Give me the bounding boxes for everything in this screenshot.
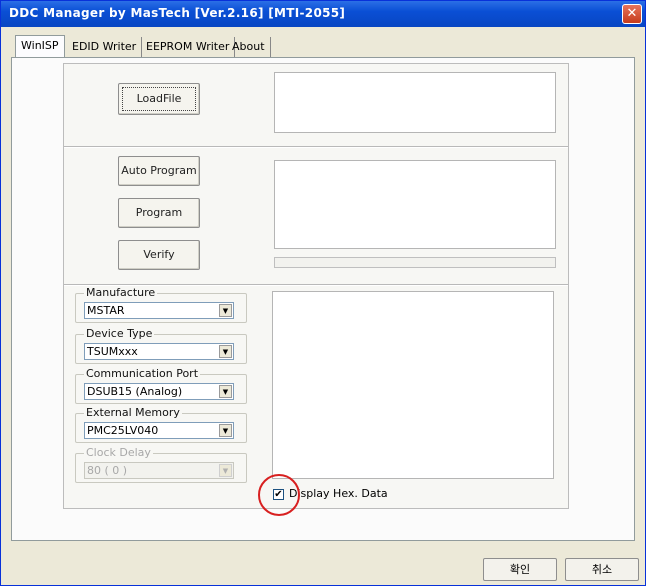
file-info-textbox[interactable] bbox=[274, 72, 556, 133]
auto-program-button[interactable]: Auto Program bbox=[118, 156, 200, 186]
app-window: DDC Manager by MasTech [Ver.2.16] [MTI-2… bbox=[0, 0, 646, 586]
display-hex-label[interactable]: Display Hex. Data bbox=[289, 487, 388, 500]
device-type-group: Device Type TSUMxxx ▼ bbox=[75, 327, 247, 364]
manufacture-select[interactable]: MSTAR ▼ bbox=[84, 302, 234, 319]
clock-delay-label: Clock Delay bbox=[84, 446, 153, 459]
program-button[interactable]: Program bbox=[118, 198, 200, 228]
chevron-down-icon[interactable]: ▼ bbox=[219, 424, 232, 437]
chevron-down-icon: ▼ bbox=[219, 464, 232, 477]
section-divider bbox=[64, 146, 568, 148]
manufacture-group: Manufacture MSTAR ▼ bbox=[75, 286, 247, 323]
device-type-label: Device Type bbox=[84, 327, 155, 340]
close-icon[interactable]: ✕ bbox=[622, 4, 642, 24]
window-title: DDC Manager by MasTech [Ver.2.16] [MTI-2… bbox=[9, 6, 346, 20]
verify-button[interactable]: Verify bbox=[118, 240, 200, 270]
manufacture-value: MSTAR bbox=[87, 304, 125, 317]
clock-delay-value: 80 ( 0 ) bbox=[87, 464, 128, 477]
progress-bar bbox=[274, 257, 556, 268]
cancel-button[interactable]: 취소 bbox=[565, 558, 639, 581]
annotation-circle bbox=[258, 474, 300, 516]
communication-port-value: DSUB15 (Analog) bbox=[87, 385, 183, 398]
device-type-select[interactable]: TSUMxxx ▼ bbox=[84, 343, 234, 360]
chevron-down-icon[interactable]: ▼ bbox=[219, 385, 232, 398]
chevron-down-icon[interactable]: ▼ bbox=[219, 304, 232, 317]
load-file-button[interactable]: LoadFile bbox=[118, 83, 200, 115]
clock-delay-group: Clock Delay 80 ( 0 ) ▼ bbox=[75, 446, 247, 483]
external-memory-value: PMC25LV040 bbox=[87, 424, 159, 437]
ok-button[interactable]: 확인 bbox=[483, 558, 557, 581]
device-type-value: TSUMxxx bbox=[87, 345, 138, 358]
communication-port-group: Communication Port DSUB15 (Analog) ▼ bbox=[75, 367, 247, 404]
communication-port-select[interactable]: DSUB15 (Analog) ▼ bbox=[84, 383, 234, 400]
load-file-label: LoadFile bbox=[122, 87, 196, 111]
tab-about[interactable]: About bbox=[227, 37, 271, 57]
clock-delay-select: 80 ( 0 ) ▼ bbox=[84, 462, 234, 479]
tab-winisp[interactable]: WinISP bbox=[15, 35, 65, 57]
hex-data-textbox[interactable] bbox=[272, 291, 554, 479]
external-memory-group: External Memory PMC25LV040 ▼ bbox=[75, 406, 247, 443]
title-bar[interactable]: DDC Manager by MasTech [Ver.2.16] [MTI-2… bbox=[1, 1, 645, 27]
manufacture-label: Manufacture bbox=[84, 286, 158, 299]
program-status-textbox[interactable] bbox=[274, 160, 556, 249]
chevron-down-icon[interactable]: ▼ bbox=[219, 345, 232, 358]
tab-eeprom-writer[interactable]: EEPROM Writer bbox=[141, 37, 236, 57]
external-memory-label: External Memory bbox=[84, 406, 182, 419]
tab-edid-writer[interactable]: EDID Writer bbox=[67, 37, 143, 57]
external-memory-select[interactable]: PMC25LV040 ▼ bbox=[84, 422, 234, 439]
communication-port-label: Communication Port bbox=[84, 367, 201, 380]
